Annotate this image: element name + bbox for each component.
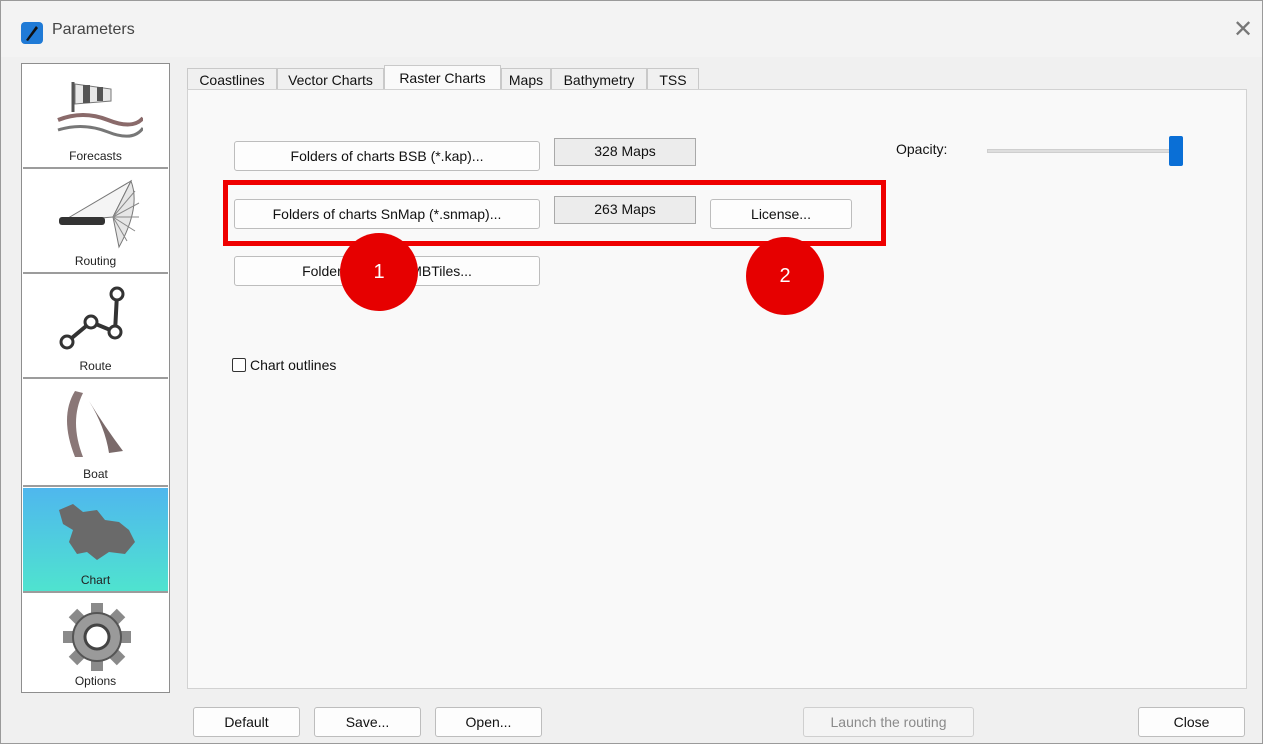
opacity-label: Opacity: xyxy=(896,141,948,157)
open-button[interactable]: Open... xyxy=(435,707,542,737)
gear-icon xyxy=(63,603,131,671)
sidebar-item-boat[interactable]: Boat xyxy=(23,379,168,487)
tab-bathymetry[interactable]: Bathymetry xyxy=(551,68,647,90)
tab-raster-charts[interactable]: Raster Charts xyxy=(384,65,501,91)
annotation-marker-1: 1 xyxy=(340,233,418,311)
sidebar-item-routing[interactable]: Routing xyxy=(23,169,168,274)
raster-charts-panel xyxy=(187,89,1247,689)
title-bar: Parameters ✕ xyxy=(1,1,1262,57)
window-title: Parameters xyxy=(52,21,135,38)
default-button[interactable]: Default xyxy=(193,707,300,737)
close-button[interactable]: Close xyxy=(1138,707,1245,737)
sidebar-item-label: Boat xyxy=(83,467,108,481)
launch-routing-button[interactable]: Launch the routing xyxy=(803,707,974,737)
windsock-icon xyxy=(57,82,143,138)
tab-vector-charts[interactable]: Vector Charts xyxy=(277,68,384,90)
sidebar-item-options[interactable]: Options xyxy=(23,593,168,692)
sidebar-item-route[interactable]: Route xyxy=(23,274,168,379)
app-icon xyxy=(21,22,43,44)
save-button[interactable]: Save... xyxy=(314,707,421,737)
annotation-marker-2: 2 xyxy=(746,237,824,315)
sails-icon xyxy=(67,391,123,457)
sidebar-item-label: Chart xyxy=(80,573,111,587)
tab-coastlines[interactable]: Coastlines xyxy=(187,68,277,90)
close-icon[interactable]: ✕ xyxy=(1228,15,1258,45)
sidebar-item-chart[interactable]: Chart xyxy=(23,488,168,593)
routing-fan-icon xyxy=(59,179,140,249)
bsb-folders-button[interactable]: Folders of charts BSB (*.kap)... xyxy=(234,141,540,171)
sidebar-item-label: Forecasts xyxy=(69,149,122,163)
sidebar-item-label: Routing xyxy=(74,254,117,268)
chart-outlines-label: Chart outlines xyxy=(250,357,337,373)
bsb-map-count: 328 Maps xyxy=(554,138,696,166)
opacity-slider-thumb[interactable] xyxy=(1169,136,1183,166)
sidebar-item-forecasts[interactable]: Forecasts xyxy=(23,64,168,169)
parameters-window: Parameters ✕ Forecasts Routing Route Boa… xyxy=(0,0,1263,744)
opacity-slider-track[interactable] xyxy=(987,149,1183,153)
chart-outlines-checkbox[interactable] xyxy=(232,358,246,372)
chart-map-icon xyxy=(59,504,135,560)
sidebar: Forecasts Routing Route Boat Chart Optio… xyxy=(21,63,170,693)
tab-maps[interactable]: Maps xyxy=(501,68,551,90)
route-nodes-icon xyxy=(59,286,125,350)
sidebar-item-label: Route xyxy=(79,359,112,373)
tab-tss[interactable]: TSS xyxy=(647,68,699,90)
sidebar-item-label: Options xyxy=(74,674,117,688)
